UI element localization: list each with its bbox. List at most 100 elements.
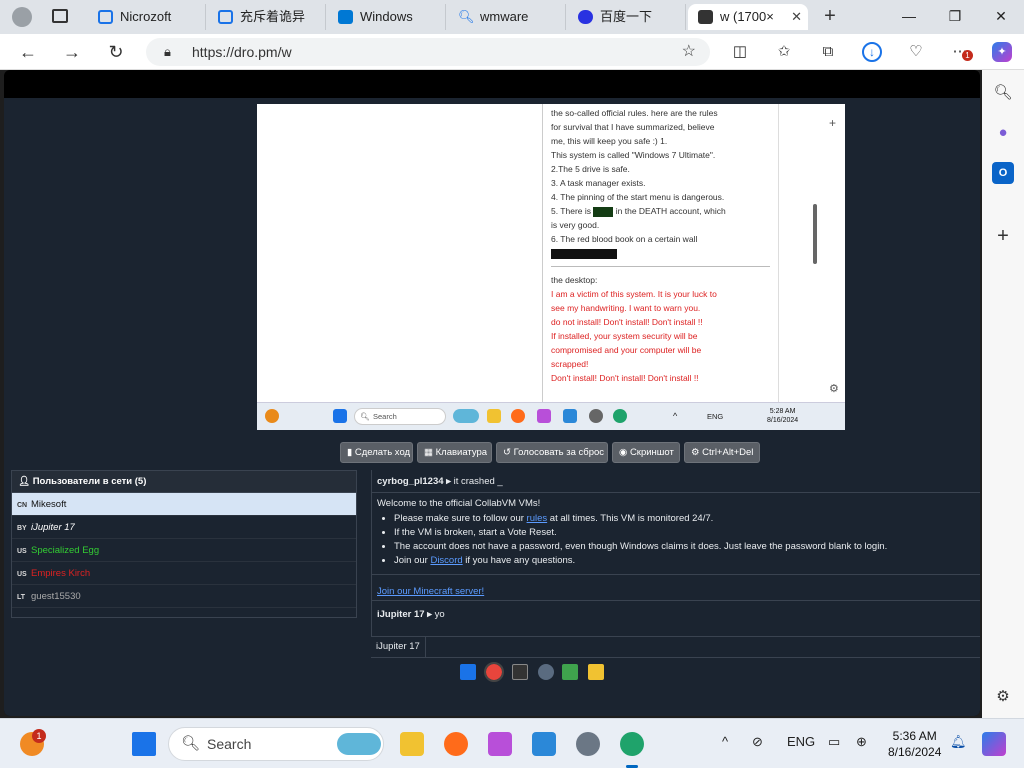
vm-document-sidebar: + ⚙ [778, 104, 845, 402]
chat-input-row[interactable]: iJupiter 17 [371, 636, 980, 658]
vm-app-icon[interactable] [537, 409, 551, 423]
vm-start-icon[interactable] [333, 409, 347, 423]
tray-chevron-icon[interactable]: ^ [722, 734, 728, 749]
split-screen-icon[interactable]: ◫ [730, 42, 750, 62]
vm-clock[interactable]: 5:28 AM 8/16/2024 [767, 407, 798, 425]
downloads-icon[interactable]: ↓ [862, 42, 882, 62]
tab-active-w[interactable]: w (1700× ✕ [688, 4, 808, 30]
start-icon[interactable] [132, 732, 156, 756]
copilot-sidebar-icon[interactable]: ● [992, 122, 1014, 144]
take-turn-button[interactable]: ▮ Сделать ход [340, 442, 413, 463]
copilot-icon[interactable]: ✦ [992, 42, 1012, 62]
vote-reset-button[interactable]: ↺ Голосовать за сброс [496, 442, 608, 463]
tab-chinese[interactable]: 充斥着诡异 [208, 4, 326, 30]
tab-baidu[interactable]: 百度一下 [568, 4, 686, 30]
remote-start-icon[interactable] [460, 664, 476, 680]
favorite-star-icon[interactable]: ☆ [682, 38, 696, 66]
app-pentagon-icon[interactable] [488, 732, 512, 756]
new-tab-button[interactable]: + [818, 5, 842, 29]
keyboard-button[interactable]: ▦ Клавиатура [417, 442, 492, 463]
rules-link[interactable]: rules [527, 513, 548, 524]
search-highlight-icon [337, 733, 381, 755]
user-row[interactable]: US Specialized Egg [12, 539, 356, 562]
remote-settings-icon[interactable] [538, 664, 554, 680]
favorites-icon[interactable]: ✩ [774, 42, 794, 62]
user-row[interactable]: LT guest15530 [12, 585, 356, 608]
vm-display[interactable]: the so-called official rules. here are t… [257, 104, 845, 430]
gear-icon: ⚙ [691, 447, 703, 458]
add-sidebar-icon[interactable]: + [992, 225, 1014, 247]
refresh-button[interactable]: ↻ [104, 40, 128, 64]
chat-username: iJupiter 17 ▸ [377, 609, 432, 620]
file-explorer-icon[interactable] [400, 732, 424, 756]
list-item: Join our Discord if you have any questio… [394, 554, 887, 568]
remote-chrome-icon[interactable] [484, 662, 504, 682]
chat-panel: cyrbog_pl1234 ▸ it crashed _ Welcome to … [371, 470, 980, 636]
tab-windows[interactable]: Windows [328, 4, 446, 30]
screenshot-button[interactable]: ◉ Скриншот [612, 442, 680, 463]
browser-essentials-icon[interactable]: ♡ [906, 42, 926, 62]
profile-icon[interactable] [12, 7, 32, 27]
settings-icon[interactable] [576, 732, 600, 756]
edge-icon[interactable] [620, 732, 644, 756]
vm-photos-icon[interactable] [563, 409, 577, 423]
collections-icon[interactable]: ⧉ [818, 42, 838, 62]
doc-line: 3. A task manager exists. [551, 178, 646, 188]
online-users-panel: 👤︎ Пользователи в сети (5) CN Mikesoft BY… [11, 470, 357, 618]
search-icon[interactable]: 🔍︎ [992, 82, 1014, 104]
vm-settings-app-icon[interactable] [589, 409, 603, 423]
location-icon[interactable]: ⊕ [856, 734, 867, 750]
tab-actions-icon[interactable] [52, 9, 68, 23]
network-icon[interactable]: ⊘ [752, 734, 763, 750]
tab-wmware[interactable]: 🔍︎ wmware [448, 4, 566, 30]
vm-folder-icon[interactable] [487, 409, 501, 423]
tab-nicrozoft[interactable]: Nicrozoft [88, 4, 206, 30]
url-field[interactable]: 🔒︎ https://dro.pm/w ☆ [146, 38, 710, 66]
user-row[interactable]: CN Mikesoft [12, 493, 356, 516]
back-button[interactable]: ← [16, 40, 40, 64]
chat-input-username: iJupiter 17 [371, 637, 426, 657]
taskbar-search[interactable]: 🔍︎ Search [168, 727, 384, 761]
language-indicator[interactable]: ENG [787, 734, 815, 749]
doc-line: is very good. [551, 220, 600, 230]
vm-widget-icon[interactable] [265, 409, 279, 423]
display-icon[interactable]: ▭ [828, 734, 840, 750]
remote-terminal-icon[interactable] [512, 664, 528, 680]
minecraft-link[interactable]: Join our Minecraft server! [377, 586, 484, 597]
vm-edge-icon[interactable] [613, 409, 627, 423]
vm-language[interactable]: ENG [707, 412, 723, 421]
close-tab-icon[interactable]: ✕ [791, 4, 802, 30]
vm-tray-chevron-icon[interactable]: ^ [673, 411, 677, 421]
vm-search-box[interactable]: 🔍︎ Search [354, 408, 446, 425]
lock-icon: 🔒︎ [164, 44, 171, 59]
doc-divider [551, 266, 770, 267]
sidebar-settings-icon[interactable]: ⚙ [992, 686, 1014, 708]
outlook-icon[interactable]: O [992, 162, 1014, 184]
user-row[interactable]: US Empires Kirch [12, 562, 356, 585]
address-bar-row: ← → ↻ 🔒︎ https://dro.pm/w ☆ ◫ ✩ ⧉ ↓ ♡ ⋯ … [0, 34, 1024, 70]
photos-icon[interactable] [532, 732, 556, 756]
remote-folder-icon[interactable] [588, 664, 604, 680]
add-icon[interactable]: + [829, 116, 836, 130]
taskbar-clock[interactable]: 5:36 AM 8/16/2024 [888, 728, 941, 760]
ctrl-alt-del-button[interactable]: ⚙ Ctrl+Alt+Del [684, 442, 760, 463]
doc-red-line: do not install! Don't install! Don't ins… [551, 317, 703, 327]
search-icon: 🔍︎ [181, 735, 201, 752]
vm-scrollbar[interactable] [813, 204, 817, 264]
user-row[interactable]: BY iJupiter 17 [12, 516, 356, 539]
copilot-taskbar-icon[interactable] [982, 732, 1006, 756]
doc-line: 4. The pinning of the start menu is dang… [551, 192, 725, 202]
minimize-button[interactable]: — [886, 0, 932, 32]
vm-firefox-icon[interactable] [511, 409, 525, 423]
maximize-button[interactable]: ❐ [932, 0, 978, 32]
firefox-icon[interactable] [444, 732, 468, 756]
vm-search-highlight-icon[interactable] [453, 409, 479, 423]
close-window-button[interactable]: ✕ [978, 0, 1024, 32]
windows-taskbar: 1 🔍︎ Search ^ ⊘ ENG ▭ ⊕ 5:36 AM 8/16/2024 … [0, 718, 1024, 768]
discord-link[interactable]: Discord [430, 555, 462, 566]
vm-settings-icon[interactable]: ⚙ [829, 382, 839, 395]
list-item: If the VM is broken, start a Vote Reset. [394, 526, 887, 540]
notification-bell-icon[interactable]: 🔔︎ [950, 734, 967, 750]
forward-button[interactable]: → [60, 40, 84, 64]
remote-notepad-icon[interactable] [562, 664, 578, 680]
